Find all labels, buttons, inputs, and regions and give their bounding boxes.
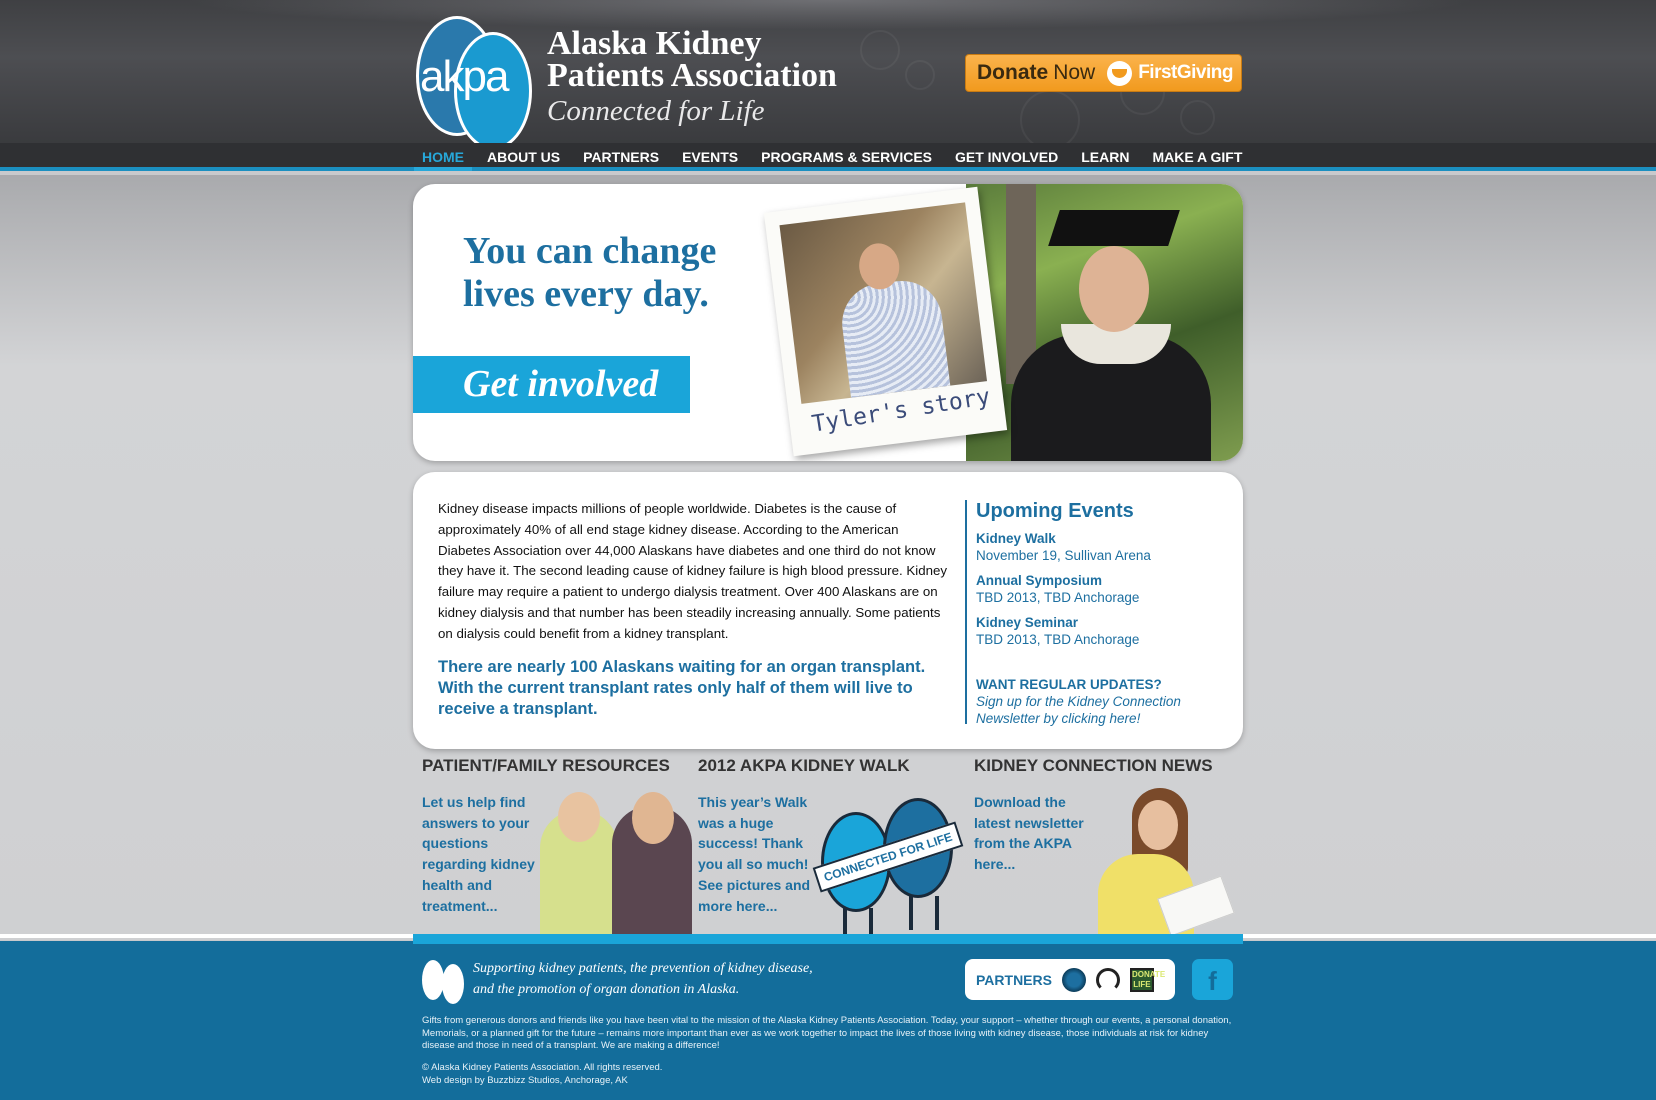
- updates-heading: WANT REGULAR UPDATES?: [976, 677, 1162, 692]
- footer-gifts-text: Gifts from generous donors and friends l…: [422, 1015, 1232, 1052]
- intro-paragraph: Kidney disease impacts millions of peopl…: [438, 501, 948, 641]
- event-title[interactable]: Kidney Walk: [976, 530, 1235, 547]
- hero-banner: You can change lives every day. Get invo…: [413, 184, 1243, 461]
- logo-text: akpa: [420, 52, 509, 101]
- footer-copyright: © Alaska Kidney Patients Association. Al…: [422, 1062, 922, 1087]
- partner-logo-circle-icon[interactable]: [1061, 967, 1086, 992]
- feature-kidney-connection-news: KIDNEY CONNECTION NEWS Download the late…: [974, 756, 1244, 937]
- mission-line1: Supporting kidney patients, the preventi…: [473, 961, 813, 976]
- header-glow: [180, 0, 1480, 30]
- firstgiving-label: FirstGiving: [1138, 62, 1233, 83]
- feature-patient-resources: PATIENT/FAMILY RESOURCES Let us help fin…: [422, 756, 692, 934]
- events-heading: Upoming Events: [976, 500, 1134, 522]
- design-credit: Web design by Buzzbizz Studios, Anchorag…: [422, 1074, 628, 1086]
- donate-now-label: Now: [1053, 61, 1096, 84]
- site-name[interactable]: Alaska Kidney Patients Association: [547, 25, 837, 94]
- transplant-callout: There are nearly 100 Alaskans waiting fo…: [438, 658, 926, 718]
- nav-partners[interactable]: PARTNERS: [575, 143, 667, 167]
- event-title[interactable]: Annual Symposium: [976, 572, 1235, 589]
- donate-label: Donate: [977, 61, 1049, 84]
- nav-events[interactable]: EVENTS: [674, 143, 746, 167]
- partners-box: PARTNERS DONATE LIFE: [965, 959, 1175, 1000]
- nav-about-us[interactable]: ABOUT US: [479, 143, 568, 167]
- nav-make-a-gift[interactable]: MAKE A GIFT: [1144, 143, 1250, 167]
- newsletter-signup-link[interactable]: Sign up for the Kidney Connection Newsle…: [976, 693, 1235, 727]
- tylers-story-polaroid[interactable]: Tyler's story: [763, 186, 1008, 457]
- feature-title[interactable]: KIDNEY CONNECTION NEWS: [974, 756, 1244, 776]
- event-detail: November 19, Sullivan Arena: [976, 548, 1151, 563]
- feature-kidney-walk: 2012 AKPA KIDNEY WALK This year’s Walk w…: [698, 756, 968, 942]
- hero-headline: You can change lives every day.: [463, 230, 717, 315]
- nav-programs-services[interactable]: PROGRAMS & SERVICES: [753, 143, 940, 167]
- nav-home[interactable]: HOME: [414, 143, 472, 171]
- feature-text[interactable]: This year’s Walk was a huge success! Tha…: [698, 792, 816, 916]
- partners-link[interactable]: PARTNERS: [976, 972, 1052, 988]
- feature-title[interactable]: 2012 AKPA KIDNEY WALK: [698, 756, 968, 776]
- info-card: Kidney disease impacts millions of peopl…: [413, 472, 1243, 749]
- site-tagline: Connected for Life: [547, 95, 765, 127]
- copyright-text: © Alaska Kidney Patients Association. Al…: [422, 1062, 663, 1073]
- feature-text[interactable]: Let us help find answers to your questio…: [422, 792, 540, 916]
- upcoming-events-panel: Upoming Events Kidney Walk November 19, …: [965, 500, 1235, 727]
- akpa-logo[interactable]: akpa: [416, 14, 534, 143]
- hospital-photo: [779, 202, 988, 404]
- site-footer: Supporting kidney patients, the preventi…: [0, 941, 1656, 1100]
- kidney-mascots-illustration[interactable]: CONNECTED FOR LIFE: [812, 792, 973, 942]
- site-name-line1: Alaska Kidney: [547, 25, 762, 62]
- get-involved-button[interactable]: Get involved: [413, 356, 690, 413]
- kidney-icon: [422, 958, 466, 1004]
- nav-learn[interactable]: LEARN: [1073, 143, 1137, 167]
- partner-logo-donate-life-icon[interactable]: DONATE LIFE: [1129, 967, 1165, 992]
- event-detail: TBD 2013, TBD Anchorage: [976, 632, 1140, 647]
- family-photo[interactable]: [540, 792, 692, 934]
- partner-logo-buzzbizz-icon[interactable]: [1095, 967, 1120, 992]
- feature-text[interactable]: Download the latest newsletter from the …: [974, 792, 1092, 875]
- site-header: akpa Alaska Kidney Patients Association …: [0, 0, 1656, 143]
- graduate-photo[interactable]: [966, 184, 1243, 461]
- nav-get-involved[interactable]: GET INVOLVED: [947, 143, 1066, 167]
- main-nav: HOME ABOUT US PARTNERS EVENTS PROGRAMS &…: [0, 143, 1656, 171]
- footer-accent-bar: [413, 934, 1243, 944]
- event-detail: TBD 2013, TBD Anchorage: [976, 590, 1140, 605]
- reader-photo[interactable]: [1092, 788, 1242, 937]
- facebook-icon[interactable]: f: [1192, 959, 1233, 1000]
- event-title[interactable]: Kidney Seminar: [976, 614, 1235, 631]
- footer-mission-statement: Supporting kidney patients, the preventi…: [473, 958, 853, 1000]
- event-item: Annual Symposium TBD 2013, TBD Anchorage: [976, 572, 1235, 606]
- feature-title[interactable]: PATIENT/FAMILY RESOURCES: [422, 756, 692, 776]
- donate-now-button[interactable]: Donate Now FirstGiving: [965, 54, 1242, 92]
- event-item: Kidney Walk November 19, Sullivan Arena: [976, 530, 1235, 564]
- event-item: Kidney Seminar TBD 2013, TBD Anchorage: [976, 614, 1235, 648]
- firstgiving-icon: [1107, 60, 1133, 86]
- site-name-line2: Patients Association: [547, 57, 837, 94]
- mission-line2: and the promotion of organ donation in A…: [473, 982, 740, 997]
